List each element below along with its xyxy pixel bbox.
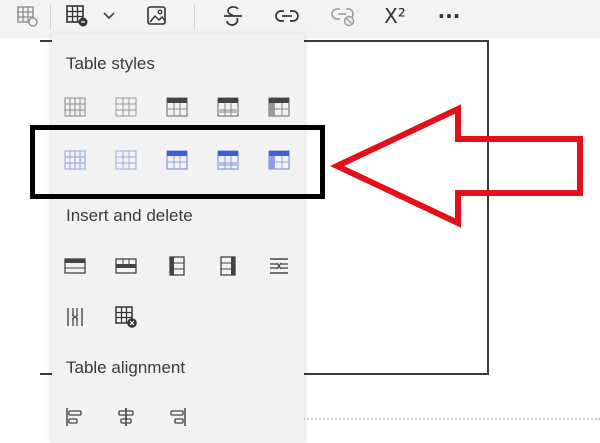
chevron-down-icon[interactable] <box>98 0 120 32</box>
table-style-light-grid-icon[interactable] <box>109 90 143 124</box>
table-style-dark-header-icon[interactable] <box>160 90 194 124</box>
toolbar-separator <box>50 4 51 30</box>
table-alignment-title: Table alignment <box>66 358 186 377</box>
page-divider <box>300 418 600 420</box>
toolbar-separator <box>194 4 195 30</box>
align-table-right-icon[interactable] <box>160 400 194 434</box>
more-options-icon[interactable]: ··· <box>432 0 466 32</box>
strikethrough-icon[interactable] <box>216 0 250 32</box>
insert-column-left-icon[interactable] <box>160 249 194 283</box>
insert-table-icon[interactable] <box>60 0 94 32</box>
align-table-left-icon[interactable] <box>58 400 92 434</box>
table-style-dark-header-banded-icon[interactable] <box>211 90 245 124</box>
table-menu-panel: Table styles Insert and delete Table ali… <box>52 34 304 443</box>
insert-delete-title: Insert and delete <box>66 206 193 225</box>
insert-row-above-icon[interactable] <box>58 249 92 283</box>
table-options-icon[interactable] <box>10 0 44 32</box>
delete-table-icon[interactable] <box>109 300 143 334</box>
superscript-icon[interactable]: X² <box>378 0 412 32</box>
insert-row-below-icon[interactable] <box>109 249 143 283</box>
table-styles-title: Table styles <box>66 54 155 73</box>
table-style-dark-header-column-icon[interactable] <box>262 90 296 124</box>
unlink-icon[interactable] <box>326 0 360 32</box>
insert-image-icon[interactable] <box>140 0 174 32</box>
align-table-center-icon[interactable] <box>109 400 143 434</box>
toolbar: X² ··· <box>0 0 600 38</box>
more-options-label: ··· <box>437 4 461 28</box>
superscript-label: X² <box>384 4 406 28</box>
table-style-plain-grid-icon[interactable] <box>58 90 92 124</box>
link-icon[interactable] <box>270 0 304 32</box>
delete-row-icon[interactable] <box>262 249 296 283</box>
delete-column-icon[interactable] <box>58 300 92 334</box>
highlight-box <box>30 125 325 199</box>
insert-column-right-icon[interactable] <box>211 249 245 283</box>
red-arrow-annotation <box>330 104 583 228</box>
